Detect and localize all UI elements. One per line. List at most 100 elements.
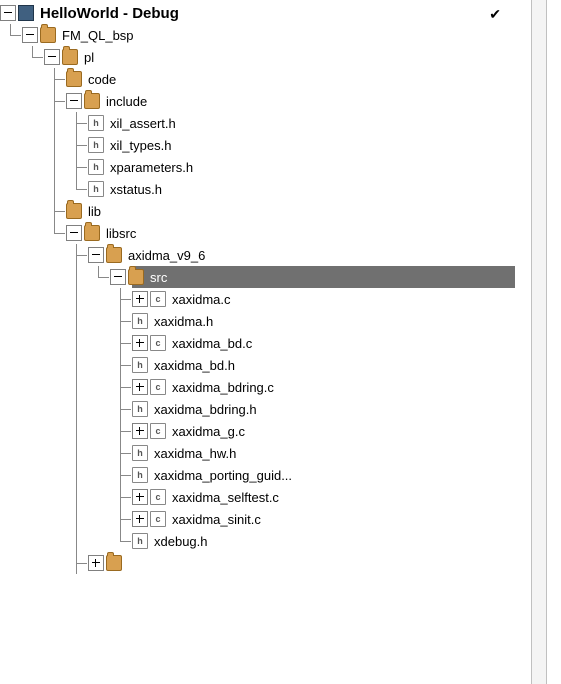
tree-guide bbox=[22, 332, 44, 354]
tree-guide bbox=[110, 530, 132, 552]
tree-guide bbox=[66, 376, 88, 398]
tree-guide bbox=[44, 442, 66, 464]
expand-toggle[interactable] bbox=[66, 93, 82, 109]
expand-toggle[interactable] bbox=[132, 335, 148, 351]
tree-guide bbox=[44, 266, 66, 288]
tree-node-src[interactable]: src bbox=[0, 266, 561, 288]
tree-guide bbox=[0, 156, 22, 178]
tree-node-file[interactable]: xaxidma.c bbox=[0, 288, 561, 310]
tree-node-lib[interactable]: lib bbox=[0, 200, 561, 222]
h-file-icon bbox=[88, 115, 104, 131]
tree-guide bbox=[66, 398, 88, 420]
tree-guide bbox=[88, 310, 110, 332]
folder-icon bbox=[84, 93, 100, 109]
tree-guide bbox=[44, 530, 66, 552]
tree-guide bbox=[22, 178, 44, 200]
tree-node-file[interactable]: xaxidma_g.c bbox=[0, 420, 561, 442]
tree-label: xaxidma_g.c bbox=[169, 424, 248, 439]
tree-node-libsrc[interactable]: libsrc bbox=[0, 222, 561, 244]
tree-node-file[interactable]: xaxidma_selftest.c bbox=[0, 486, 561, 508]
tree-guide bbox=[22, 354, 44, 376]
tree-guide bbox=[44, 486, 66, 508]
folder-icon bbox=[66, 203, 82, 219]
expand-toggle[interactable] bbox=[66, 225, 82, 241]
tree-guide bbox=[22, 46, 44, 68]
tree-label: xaxidma_bd.c bbox=[169, 336, 255, 351]
tree-node-file[interactable]: xdebug.h bbox=[0, 530, 561, 552]
expand-toggle[interactable] bbox=[132, 291, 148, 307]
expand-toggle[interactable] bbox=[0, 5, 16, 21]
tree-node-axidma[interactable]: axidma_v9_6 bbox=[0, 244, 561, 266]
folder-icon bbox=[62, 49, 78, 65]
expand-toggle[interactable] bbox=[44, 49, 60, 65]
tree-guide bbox=[22, 244, 44, 266]
h-file-icon bbox=[88, 137, 104, 153]
h-file-icon bbox=[132, 445, 148, 461]
expand-toggle[interactable] bbox=[132, 379, 148, 395]
tree-guide bbox=[88, 332, 110, 354]
tree-guide bbox=[44, 552, 66, 574]
tree-label: xaxidma_sinit.c bbox=[169, 512, 264, 527]
expand-toggle[interactable] bbox=[88, 247, 104, 263]
expand-toggle[interactable] bbox=[22, 27, 38, 43]
expand-toggle[interactable] bbox=[88, 555, 104, 571]
tree-guide bbox=[88, 376, 110, 398]
tree-label: xparameters.h bbox=[107, 160, 196, 175]
tree-node-file[interactable]: xaxidma.h bbox=[0, 310, 561, 332]
tree-guide bbox=[110, 288, 132, 310]
tree-guide bbox=[0, 178, 22, 200]
tree-guide bbox=[66, 178, 88, 200]
tree-guide bbox=[0, 288, 22, 310]
tree-node-file[interactable]: xaxidma_porting_guid... bbox=[0, 464, 561, 486]
vertical-scrollbar[interactable] bbox=[515, 0, 561, 684]
tree-node-file[interactable]: xaxidma_bdring.c bbox=[0, 376, 561, 398]
tree-node-file[interactable]: xaxidma_hw.h bbox=[0, 442, 561, 464]
tree-guide bbox=[66, 244, 88, 266]
tree-guide bbox=[0, 244, 22, 266]
tree-label: xaxidma.c bbox=[169, 292, 234, 307]
tree-node-pl[interactable]: pl bbox=[0, 46, 561, 68]
folder-icon bbox=[66, 71, 82, 87]
c-file-icon bbox=[150, 335, 166, 351]
tree-node-include[interactable]: include bbox=[0, 90, 561, 112]
tree-guide bbox=[110, 420, 132, 442]
tree-guide bbox=[0, 508, 22, 530]
tree-node-bsp[interactable]: FM_QL_bsp bbox=[0, 24, 561, 46]
h-file-icon bbox=[132, 467, 148, 483]
tree-node-file[interactable]: xparameters.h bbox=[0, 156, 561, 178]
c-file-icon bbox=[150, 489, 166, 505]
tree-guide bbox=[66, 288, 88, 310]
tree-node-code[interactable]: code bbox=[0, 68, 561, 90]
tree-guide bbox=[88, 530, 110, 552]
tree-guide bbox=[22, 420, 44, 442]
tree-guide bbox=[22, 464, 44, 486]
tree-guide bbox=[22, 552, 44, 574]
tree-node-file[interactable]: xstatus.h bbox=[0, 178, 561, 200]
tree-guide bbox=[22, 398, 44, 420]
tree-node-root[interactable]: HelloWorld - Debug ✔ bbox=[0, 2, 561, 24]
tree-guide bbox=[88, 288, 110, 310]
expand-toggle[interactable] bbox=[132, 423, 148, 439]
tree-node-file[interactable]: xaxidma_bd.c bbox=[0, 332, 561, 354]
tree-node-more[interactable] bbox=[0, 552, 561, 574]
tree-guide bbox=[22, 222, 44, 244]
tree-guide bbox=[88, 354, 110, 376]
tree-guide bbox=[22, 442, 44, 464]
tree-label: code bbox=[85, 72, 119, 87]
expand-toggle[interactable] bbox=[110, 269, 126, 285]
tree-node-file[interactable]: xaxidma_bd.h bbox=[0, 354, 561, 376]
tree-guide bbox=[66, 420, 88, 442]
tree-node-file[interactable]: xaxidma_bdring.h bbox=[0, 398, 561, 420]
c-file-icon bbox=[150, 511, 166, 527]
tree-guide bbox=[44, 68, 66, 90]
tree-node-file[interactable]: xil_assert.h bbox=[0, 112, 561, 134]
project-tree[interactable]: HelloWorld - Debug ✔ FM_QL_bsp pl bbox=[0, 0, 561, 574]
h-file-icon bbox=[88, 181, 104, 197]
tree-guide bbox=[0, 134, 22, 156]
tree-guide bbox=[66, 112, 88, 134]
expand-toggle[interactable] bbox=[132, 511, 148, 527]
tree-node-file[interactable]: xil_types.h bbox=[0, 134, 561, 156]
tree-node-file[interactable]: xaxidma_sinit.c bbox=[0, 508, 561, 530]
expand-toggle[interactable] bbox=[132, 489, 148, 505]
tree-guide bbox=[0, 464, 22, 486]
